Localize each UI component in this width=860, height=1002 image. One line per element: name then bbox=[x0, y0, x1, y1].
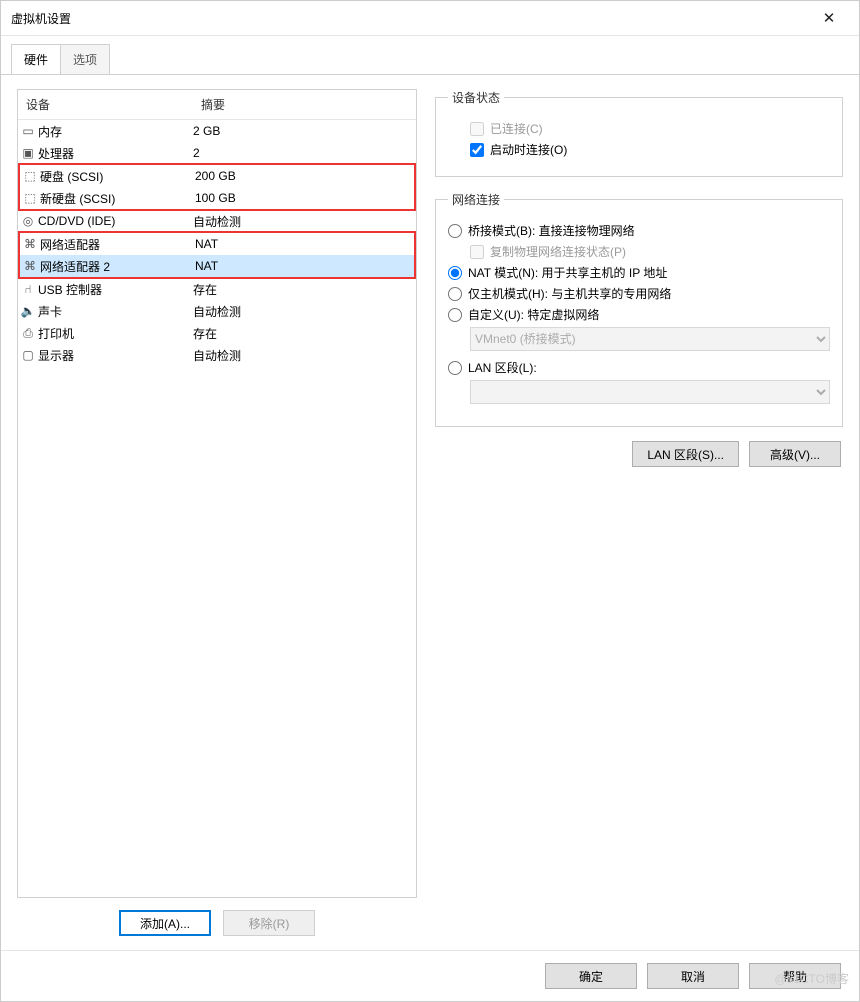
connected-checkbox bbox=[470, 122, 484, 136]
network-icon: ⌘ bbox=[20, 259, 40, 273]
connected-checkbox-row[interactable]: 已连接(C) bbox=[448, 120, 830, 137]
highlight-nics: ⌘ 网络适配器 NAT ⌘ 网络适配器 2 NAT bbox=[18, 231, 416, 279]
device-row-cpu[interactable]: ▣ 处理器 2 bbox=[18, 142, 416, 164]
lan-segment-select bbox=[470, 380, 830, 404]
replicate-label: 复制物理网络连接状态(P) bbox=[490, 243, 626, 260]
window-title: 虚拟机设置 bbox=[9, 10, 807, 27]
connect-on-start-row[interactable]: 启动时连接(O) bbox=[448, 141, 830, 158]
display-icon: ▢ bbox=[18, 348, 38, 362]
ok-button[interactable]: 确定 bbox=[545, 963, 637, 989]
col-summary: 摘要 bbox=[193, 90, 416, 119]
device-list-header: 设备 摘要 bbox=[18, 90, 416, 120]
sound-icon: 🔈 bbox=[18, 304, 38, 318]
network-icon: ⌘ bbox=[20, 237, 40, 251]
device-row-disk2[interactable]: ⬚ 新硬盘 (SCSI) 100 GB bbox=[20, 187, 414, 209]
device-row-disk1[interactable]: ⬚ 硬盘 (SCSI) 200 GB bbox=[20, 165, 414, 187]
hostonly-radio[interactable] bbox=[448, 287, 462, 301]
cancel-button[interactable]: 取消 bbox=[647, 963, 739, 989]
network-connection-group: 网络连接 桥接模式(B): 直接连接物理网络 复制物理网络连接状态(P) NAT… bbox=[435, 191, 843, 427]
nat-label: NAT 模式(N): 用于共享主机的 IP 地址 bbox=[468, 264, 667, 281]
connect-on-start-label: 启动时连接(O) bbox=[490, 141, 567, 158]
advanced-button[interactable]: 高级(V)... bbox=[749, 441, 841, 467]
device-row-nic1[interactable]: ⌘ 网络适配器 NAT bbox=[20, 233, 414, 255]
lan-segments-button[interactable]: LAN 区段(S)... bbox=[632, 441, 739, 467]
device-row-sound[interactable]: 🔈 声卡 自动检测 bbox=[18, 300, 416, 322]
device-row-nic2[interactable]: ⌘ 网络适配器 2 NAT bbox=[20, 255, 414, 277]
close-icon[interactable]: ✕ bbox=[807, 9, 851, 27]
device-row-cdrom[interactable]: ◎ CD/DVD (IDE) 自动检测 bbox=[18, 210, 416, 232]
device-row-usb[interactable]: ⑁ USB 控制器 存在 bbox=[18, 278, 416, 300]
lan-label: LAN 区段(L): bbox=[468, 359, 537, 376]
right-pane: 设备状态 已连接(C) 启动时连接(O) 网络连接 桥接模式(B): 直接连接物… bbox=[435, 89, 843, 940]
device-status-legend: 设备状态 bbox=[448, 89, 504, 106]
custom-radio[interactable] bbox=[448, 308, 462, 322]
device-row-printer[interactable]: ⎙ 打印机 存在 bbox=[18, 322, 416, 344]
custom-label: 自定义(U): 特定虚拟网络 bbox=[468, 306, 599, 323]
lan-radio-row[interactable]: LAN 区段(L): bbox=[448, 359, 830, 376]
dialog-footer: 确定 取消 帮助 bbox=[1, 950, 859, 1001]
memory-icon: ▭ bbox=[18, 124, 38, 138]
left-pane: 设备 摘要 ▭ 内存 2 GB ▣ 处理器 2 ⬚ 硬盘 (SCSI) bbox=[17, 89, 417, 940]
bridge-radio-row[interactable]: 桥接模式(B): 直接连接物理网络 bbox=[448, 222, 830, 239]
cdrom-icon: ◎ bbox=[18, 214, 38, 228]
device-list-buttons: 添加(A)... 移除(R) bbox=[17, 898, 417, 940]
titlebar: 虚拟机设置 ✕ bbox=[1, 1, 859, 36]
tab-strip: 硬件 选项 bbox=[1, 36, 859, 75]
add-button[interactable]: 添加(A)... bbox=[119, 910, 211, 936]
replicate-row: 复制物理网络连接状态(P) bbox=[448, 243, 830, 260]
hostonly-radio-row[interactable]: 仅主机模式(H): 与主机共享的专用网络 bbox=[448, 285, 830, 302]
disk-icon: ⬚ bbox=[20, 191, 40, 205]
tab-options[interactable]: 选项 bbox=[60, 44, 110, 74]
col-device: 设备 bbox=[18, 90, 193, 119]
connect-on-start-checkbox[interactable] bbox=[470, 143, 484, 157]
custom-radio-row[interactable]: 自定义(U): 特定虚拟网络 bbox=[448, 306, 830, 323]
bridge-label: 桥接模式(B): 直接连接物理网络 bbox=[468, 222, 635, 239]
bridge-radio[interactable] bbox=[448, 224, 462, 238]
right-buttons: LAN 区段(S)... 高级(V)... bbox=[435, 441, 843, 467]
hostonly-label: 仅主机模式(H): 与主机共享的专用网络 bbox=[468, 285, 671, 302]
dialog-body: 设备 摘要 ▭ 内存 2 GB ▣ 处理器 2 ⬚ 硬盘 (SCSI) bbox=[1, 75, 859, 950]
cpu-icon: ▣ bbox=[18, 146, 38, 160]
device-status-group: 设备状态 已连接(C) 启动时连接(O) bbox=[435, 89, 843, 177]
vm-settings-window: 虚拟机设置 ✕ 硬件 选项 设备 摘要 ▭ 内存 2 GB ▣ 处理器 bbox=[0, 0, 860, 1002]
vmnet-select: VMnet0 (桥接模式) bbox=[470, 327, 830, 351]
highlight-disks: ⬚ 硬盘 (SCSI) 200 GB ⬚ 新硬盘 (SCSI) 100 GB bbox=[18, 163, 416, 211]
replicate-checkbox bbox=[470, 245, 484, 259]
connected-label: 已连接(C) bbox=[490, 120, 543, 137]
device-list[interactable]: 设备 摘要 ▭ 内存 2 GB ▣ 处理器 2 ⬚ 硬盘 (SCSI) bbox=[17, 89, 417, 898]
device-row-display[interactable]: ▢ 显示器 自动检测 bbox=[18, 344, 416, 366]
network-connection-legend: 网络连接 bbox=[448, 191, 504, 208]
tab-hardware[interactable]: 硬件 bbox=[11, 44, 61, 74]
printer-icon: ⎙ bbox=[18, 326, 38, 341]
nat-radio-row[interactable]: NAT 模式(N): 用于共享主机的 IP 地址 bbox=[448, 264, 830, 281]
help-button[interactable]: 帮助 bbox=[749, 963, 841, 989]
device-row-memory[interactable]: ▭ 内存 2 GB bbox=[18, 120, 416, 142]
remove-button: 移除(R) bbox=[223, 910, 315, 936]
nat-radio[interactable] bbox=[448, 266, 462, 280]
disk-icon: ⬚ bbox=[20, 169, 40, 183]
lan-radio[interactable] bbox=[448, 361, 462, 375]
usb-icon: ⑁ bbox=[18, 282, 38, 296]
